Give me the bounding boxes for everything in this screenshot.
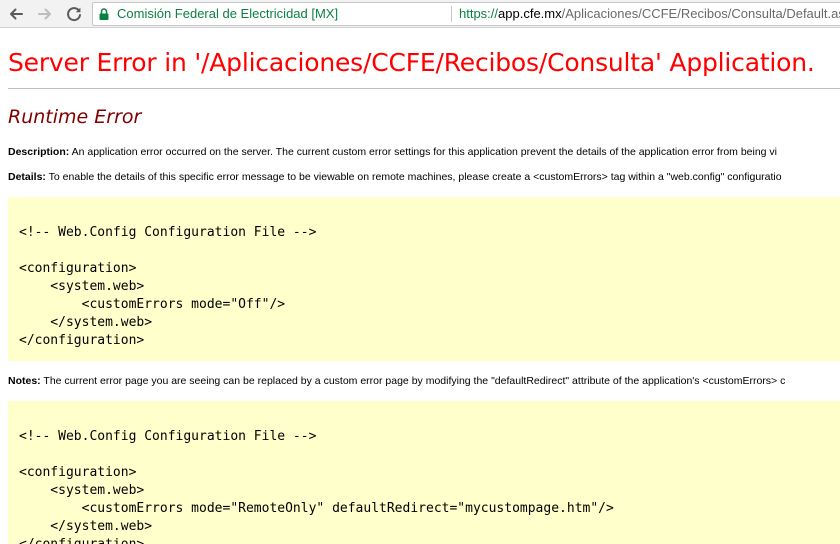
notes-paragraph: Notes: The current error page you are se… bbox=[8, 375, 785, 387]
url-path: /Aplicaciones/CCFE/Recibos/Consulta/Defa… bbox=[561, 6, 840, 21]
code-block-1-text: <!-- Web.Config Configuration File --> <… bbox=[19, 225, 317, 348]
config-code-block-1: <!-- Web.Config Configuration File --> <… bbox=[8, 197, 840, 361]
back-button[interactable] bbox=[5, 3, 27, 25]
lock-icon bbox=[99, 8, 109, 20]
title-divider bbox=[8, 88, 840, 89]
url-host: app.cfe.mx bbox=[498, 6, 562, 21]
code-block-2-text: <!-- Web.Config Configuration File --> <… bbox=[19, 429, 614, 544]
details-text: To enable the details of this specific e… bbox=[45, 171, 782, 183]
reload-icon bbox=[67, 7, 81, 22]
site-identity[interactable]: Comisión Federal de Electricidad [MX] bbox=[117, 3, 338, 25]
url-text[interactable]: https://app.cfe.mx/Aplicaciones/CCFE/Rec… bbox=[459, 3, 840, 25]
arrow-right-icon bbox=[38, 8, 51, 20]
browser-toolbar: Comisión Federal de Electricidad [MX] ht… bbox=[0, 0, 840, 28]
details-paragraph: Details: To enable the details of this s… bbox=[8, 171, 782, 183]
forward-button[interactable] bbox=[34, 3, 56, 25]
url-scheme: https:// bbox=[459, 6, 499, 21]
notes-label: Notes: bbox=[8, 375, 41, 387]
page-title: Server Error in '/Aplicaciones/CCFE/Reci… bbox=[8, 48, 815, 77]
arrow-left-icon bbox=[10, 8, 23, 20]
address-bar[interactable]: Comisión Federal de Electricidad [MX] ht… bbox=[92, 2, 840, 26]
reload-button[interactable] bbox=[63, 3, 85, 25]
notes-text: The current error page you are seeing ca… bbox=[40, 375, 786, 387]
description-paragraph: Description: An application error occurr… bbox=[8, 146, 777, 158]
description-text: An application error occurred on the ser… bbox=[69, 146, 778, 158]
address-divider bbox=[451, 6, 452, 22]
page-content: Server Error in '/Aplicaciones/CCFE/Reci… bbox=[0, 28, 840, 544]
runtime-error-heading: Runtime Error bbox=[8, 106, 142, 128]
config-code-block-2: <!-- Web.Config Configuration File --> <… bbox=[8, 401, 840, 544]
description-label: Description: bbox=[8, 146, 70, 158]
details-label: Details: bbox=[8, 171, 46, 183]
